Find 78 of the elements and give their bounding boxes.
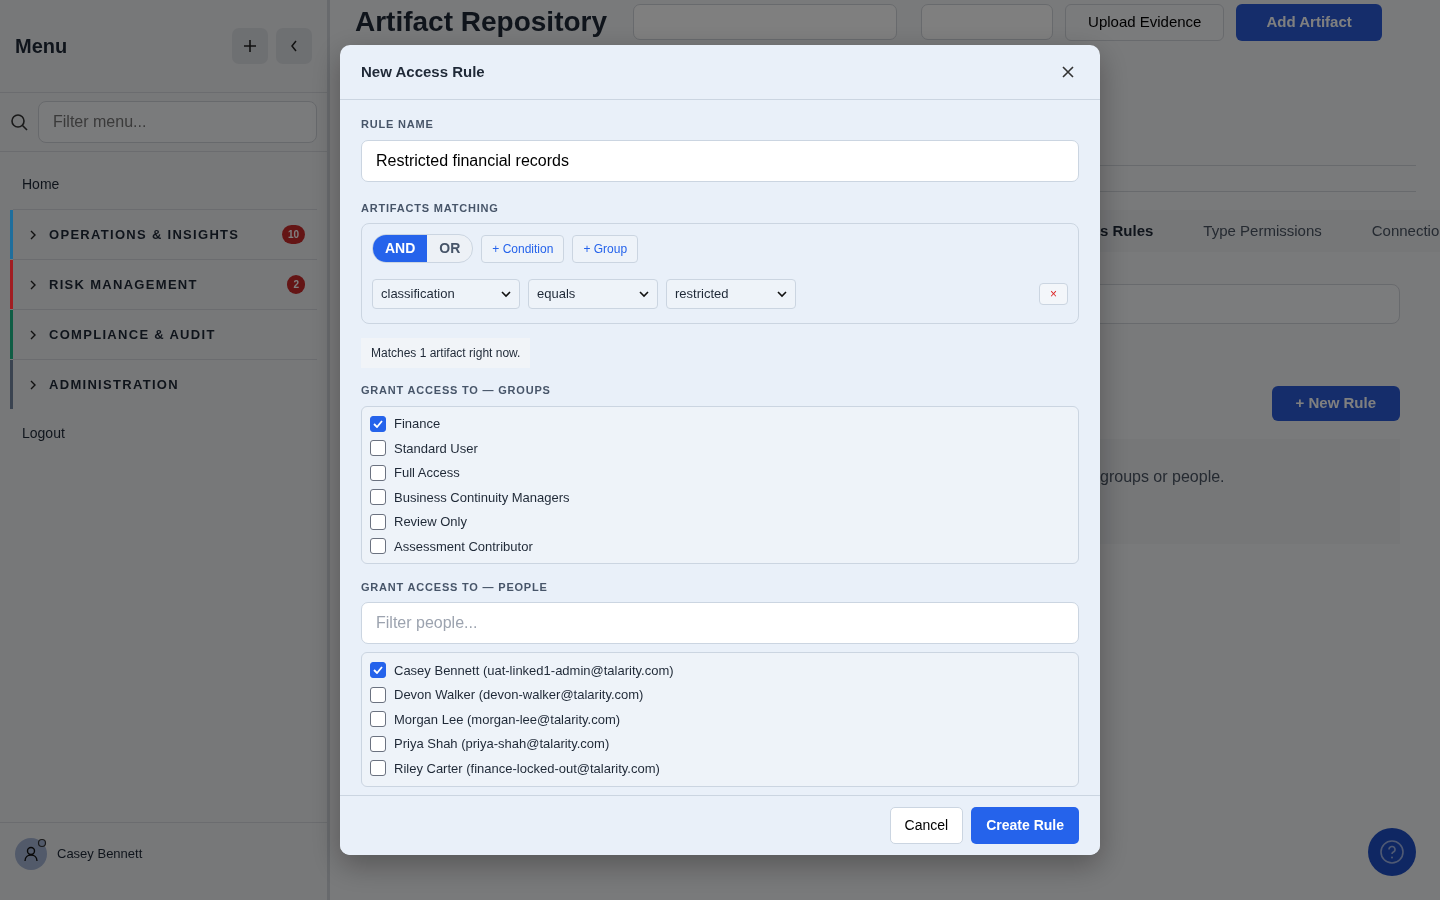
checkbox[interactable] (370, 760, 386, 777)
checkbox-label: Casey Bennett (uat-linked1-admin@talarity.com) (394, 661, 674, 680)
checkbox[interactable] (370, 662, 386, 679)
menu-filter-field[interactable]: Filter menu... (38, 101, 317, 143)
empty-state-text: groups or people. (1100, 467, 1225, 485)
check-icon (373, 419, 383, 428)
field-label: GRANT ACCESS TO — GROUPS (361, 383, 552, 398)
user-name: Casey Bennett (57, 844, 143, 863)
chevron-left-icon (289, 39, 299, 53)
check-icon (373, 666, 383, 675)
plus-icon (243, 39, 257, 53)
checkbox-label: Devon Walker (devon-walker@talarity.com) (394, 686, 644, 704)
checkbox[interactable] (370, 711, 386, 728)
rule-name-field[interactable]: Restricted financial records (361, 139, 1079, 182)
upload-button[interactable]: Upload Evidence (1065, 4, 1225, 41)
modal-title: New Access Rule (361, 61, 485, 82)
checkbox-label: Full Access (394, 464, 460, 482)
cancel-button[interactable]: Cancel (889, 807, 964, 844)
checkbox-label: Riley Carter (finance-locked-out@talarity.com) (394, 759, 660, 778)
add-condition-button[interactable]: + Condition (481, 234, 565, 263)
people-filter-field[interactable]: Filter people... (361, 602, 1079, 644)
operator-select[interactable]: equals (528, 279, 658, 309)
tab[interactable]: s Rules (1100, 219, 1154, 242)
count-badge: 10 (281, 225, 305, 244)
filter-field[interactable] (921, 4, 1054, 41)
match-note: Matches 1 artifact right now. (361, 338, 531, 368)
chevron-down-icon (501, 290, 511, 298)
create-button[interactable]: Create Rule (971, 807, 1079, 844)
tab[interactable]: Type Permissions (1203, 219, 1322, 242)
search-icon (10, 113, 28, 131)
page-title: Artifact Repository (355, 5, 608, 40)
count-badge: 2 (287, 275, 305, 294)
chevron-down-icon (777, 290, 787, 298)
field-select[interactable]: classification (372, 279, 520, 309)
field-label: GRANT ACCESS TO — PEOPLE (361, 579, 549, 595)
field-label: ARTIFACTS MATCHING (361, 200, 500, 216)
checkbox[interactable] (370, 513, 386, 530)
nav-link[interactable]: Home (0, 160, 327, 209)
value-select[interactable]: restricted (666, 279, 796, 309)
checkbox[interactable] (370, 686, 386, 703)
checkbox-label: Finance (394, 415, 441, 433)
chevron-right-icon (29, 279, 37, 290)
logic-toggle[interactable]: AND (373, 235, 428, 262)
checkbox[interactable] (370, 464, 386, 481)
nav-section[interactable]: COMPLIANCE & AUDIT (13, 309, 317, 359)
checkbox[interactable] (370, 489, 386, 506)
checkbox[interactable] (370, 538, 386, 555)
new-rule-button[interactable]: + New Rule (1271, 386, 1400, 421)
add-artifact-button[interactable]: Add Artifact (1236, 4, 1382, 41)
chevron-right-icon (29, 229, 37, 240)
close-icon (1062, 66, 1074, 78)
checkbox-label: Assessment Contributor (394, 537, 533, 556)
remove-button[interactable]: × (1039, 283, 1068, 305)
checkbox-label: Standard User (394, 439, 478, 458)
nav-section[interactable]: OPERATIONS & INSIGHTS 10 (13, 209, 317, 259)
add-group-button[interactable]: + Group (572, 234, 639, 263)
chevron-right-icon (29, 379, 37, 390)
nav-link[interactable]: Logout (0, 409, 327, 458)
chevron-down-icon (639, 290, 649, 298)
logic-toggle[interactable]: OR (427, 235, 473, 262)
checkbox[interactable] (370, 440, 386, 457)
checkbox-label: Business Continuity Managers (394, 488, 570, 507)
checkbox-label: Morgan Lee (morgan-lee@talarity.com) (394, 710, 621, 729)
tab[interactable]: Connectio (1371, 219, 1440, 242)
chevron-right-icon (29, 329, 37, 340)
sidebar-title: Menu (15, 34, 68, 59)
checkbox-label: Priya Shah (priya-shah@talarity.com) (394, 735, 610, 753)
checkbox[interactable] (370, 415, 386, 432)
question-icon (1379, 839, 1405, 865)
user-avatar[interactable] (15, 837, 47, 870)
field-label: RULE NAME (361, 117, 435, 132)
add-button[interactable] (232, 28, 268, 64)
help-button[interactable] (1368, 828, 1416, 876)
nav-section[interactable]: ADMINISTRATION (13, 359, 317, 409)
nav-section[interactable]: RISK MANAGEMENT 2 (13, 259, 317, 309)
search-field[interactable] (633, 4, 898, 41)
checkbox-label: Review Only (394, 513, 467, 531)
checkbox[interactable] (370, 735, 386, 752)
